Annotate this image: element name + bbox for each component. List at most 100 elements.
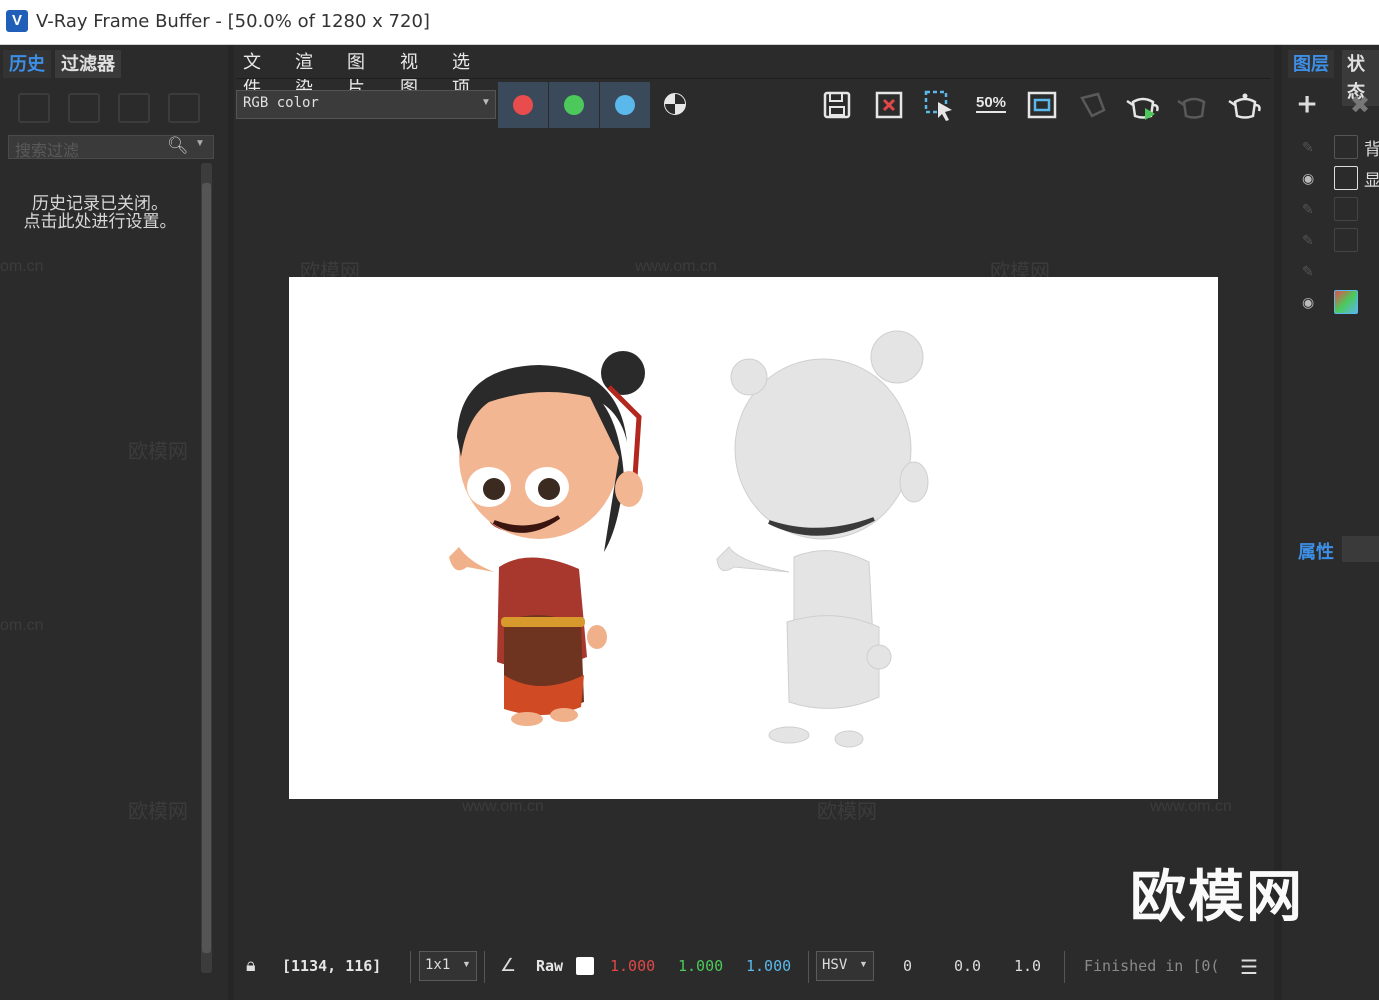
tab-filters[interactable]: 过滤器 <box>55 50 121 78</box>
color-swatch[interactable] <box>576 957 594 975</box>
blue-value: 1.000 <box>746 957 792 975</box>
render-preview <box>449 330 929 748</box>
history-panel: 历史 过滤器 搜索过滤 🔍︎ ▼ 历史记录已关闭。 点击此处进行设置。 <box>0 45 230 1000</box>
watermark: om.cn <box>0 617 44 634</box>
save-history-icon[interactable] <box>18 93 50 123</box>
status-separator <box>808 951 809 983</box>
search-input[interactable]: 搜索过滤 <box>15 137 79 161</box>
chevron-down-icon: ▼ <box>481 97 491 108</box>
channel-select-value: RGB color <box>243 95 319 111</box>
fit-window-button[interactable] <box>1025 88 1059 122</box>
display-correction-icon <box>1334 290 1358 314</box>
region-select-button[interactable] <box>922 88 956 122</box>
brand-watermark: 欧模网 <box>1130 865 1304 928</box>
layer-label: 显 <box>1364 171 1379 190</box>
pencil-icon[interactable]: ✎ <box>1302 139 1314 156</box>
red-value: 1.000 <box>610 957 656 975</box>
left-splitter[interactable] <box>228 45 234 1000</box>
color-picker-icon[interactable]: ∠ <box>500 955 516 976</box>
blue-channel-button[interactable] <box>600 82 650 128</box>
watermark: www.om.cn <box>462 798 544 815</box>
teapot-render-icon <box>1126 97 1159 120</box>
clear-image-icon <box>875 91 903 119</box>
hue-value: 0 <box>903 957 913 975</box>
render-time-label: Finished in [0( <box>1084 957 1220 975</box>
tab-history[interactable]: 历史 <box>3 50 51 78</box>
properties-tab-filler <box>1342 536 1379 562</box>
lock-icon[interactable]: 🔒︎ <box>246 955 256 976</box>
saturation-value: 0.0 <box>954 957 982 975</box>
layer-row[interactable]: ✎ 背 <box>1294 133 1379 163</box>
zoom-label: 50% <box>976 94 1007 113</box>
status-separator <box>484 951 485 983</box>
colorspace-select[interactable]: HSV ▼ <box>816 951 874 981</box>
layer-thumb-icon <box>1334 228 1358 252</box>
pencil-icon[interactable]: ✎ <box>1302 201 1314 218</box>
layer-row[interactable]: ✎ <box>1294 257 1379 287</box>
track-mouse-button[interactable] <box>1076 88 1110 122</box>
search-icon[interactable]: 🔍︎ <box>167 136 189 156</box>
red-dot-icon <box>513 95 533 115</box>
green-channel-button[interactable] <box>549 82 599 128</box>
watermark: 欧模网 <box>990 261 1050 283</box>
pixel-coordinates: [1134, 116] <box>282 957 382 975</box>
value-value: 1.0 <box>1014 957 1042 975</box>
tab-layers[interactable]: 图层 <box>1288 50 1334 78</box>
clear-image-button[interactable] <box>872 88 906 122</box>
alpha-channel-icon[interactable] <box>664 93 686 115</box>
properties-header: 属性 <box>1294 536 1379 562</box>
chevron-down-icon: ▼ <box>859 959 868 969</box>
watermark: 欧模网 <box>128 801 188 823</box>
fit-window-icon <box>1027 91 1057 119</box>
green-dot-icon <box>564 95 584 115</box>
remove-layer-icon[interactable]: ✖︎ <box>1350 91 1370 120</box>
save-image-button[interactable] <box>820 88 854 122</box>
eye-icon[interactable]: ◉ <box>1302 294 1314 311</box>
channel-select[interactable]: RGB color ▼ <box>236 90 496 119</box>
history-scrollbar[interactable] <box>201 163 212 973</box>
zoom-50-button[interactable]: 50% <box>974 88 1008 122</box>
blue-dot-icon <box>615 95 635 115</box>
interactive-render-button[interactable] <box>1176 88 1210 122</box>
teapot-interactive-icon <box>1177 97 1206 119</box>
history-search[interactable]: 搜索过滤 🔍︎ ▼ <box>8 135 214 161</box>
watermark: www.om.cn <box>635 258 717 275</box>
clear-history-icon[interactable] <box>168 93 200 123</box>
status-bar: 🔒︎ [1134, 116] 1x1 ▼ ∠ Raw 1.000 1.000 1… <box>236 945 1270 989</box>
add-layer-icon[interactable]: ➕︎ <box>1298 91 1316 119</box>
history-disabled-message[interactable]: 历史记录已关闭。 点击此处进行设置。 <box>10 195 190 231</box>
properties-label: 属性 <box>1298 542 1334 562</box>
eye-icon[interactable]: ◉ <box>1302 170 1314 187</box>
menu-divider <box>236 78 1270 79</box>
save-icon <box>823 91 851 119</box>
window-title: V-Ray Frame Buffer - [50.0% of 1280 x 72… <box>36 11 430 32</box>
chevron-down-icon: ▼ <box>462 959 471 969</box>
teapot-icon <box>1228 93 1261 119</box>
green-value: 1.000 <box>678 957 724 975</box>
ab-compare-icon[interactable] <box>68 93 100 123</box>
pencil-icon[interactable]: ✎ <box>1302 232 1314 249</box>
rendered-image[interactable] <box>289 277 1218 799</box>
clay-character-illustration <box>716 330 929 748</box>
stop-render-button[interactable] <box>1227 88 1261 122</box>
layer-label: 背 <box>1364 140 1379 159</box>
load-history-icon[interactable] <box>118 93 150 123</box>
layer-row[interactable]: ✎ <box>1294 195 1379 225</box>
layer-row[interactable]: ✎ <box>1294 226 1379 256</box>
render-button[interactable] <box>1125 88 1159 122</box>
scrollbar-thumb[interactable] <box>202 183 211 953</box>
layer-thumb-icon <box>1334 197 1358 221</box>
layer-row[interactable]: ◉ 显 <box>1294 164 1379 194</box>
red-channel-button[interactable] <box>498 82 548 128</box>
title-bar: V V-Ray Frame Buffer - [50.0% of 1280 x … <box>0 0 1379 45</box>
region-select-icon <box>924 90 952 121</box>
log-icon[interactable]: ☰ <box>1240 955 1258 980</box>
history-message-line1: 历史记录已关闭。 <box>32 194 168 213</box>
layer-thumb-icon <box>1334 135 1358 159</box>
curve-icon <box>1334 166 1358 190</box>
history-message-line2: 点击此处进行设置。 <box>23 212 177 231</box>
pencil-icon[interactable]: ✎ <box>1302 263 1314 280</box>
layer-row[interactable]: ◉ <box>1294 288 1379 318</box>
search-dropdown-icon[interactable]: ▼ <box>195 138 205 149</box>
sample-size-select[interactable]: 1x1 ▼ <box>419 951 477 981</box>
